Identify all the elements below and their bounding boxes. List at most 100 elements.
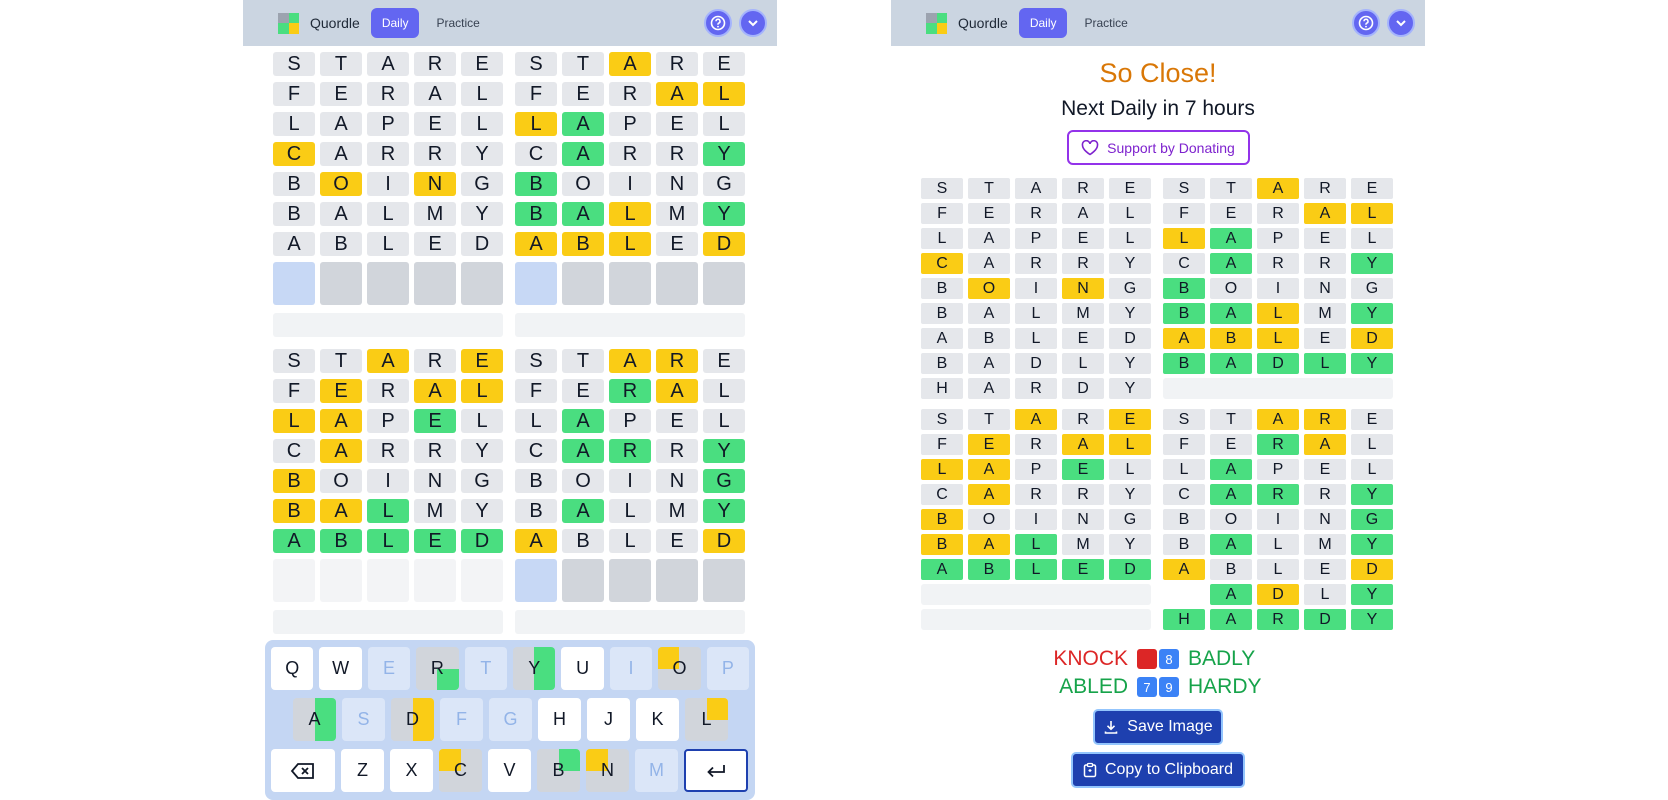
enter-key[interactable] <box>684 749 748 792</box>
letter-tile: F <box>273 379 315 403</box>
key-o[interactable]: O <box>658 647 701 690</box>
key-x[interactable]: X <box>390 749 433 792</box>
key-r[interactable]: R <box>416 647 459 690</box>
letter-tile: A <box>1304 203 1346 224</box>
letter-tile: N <box>1062 278 1104 299</box>
key-d[interactable]: D <box>391 698 434 741</box>
letter-tile: B <box>515 202 557 226</box>
letter-tile: C <box>273 439 315 463</box>
daily-tab[interactable]: Daily <box>370 8 420 38</box>
key-h[interactable]: H <box>538 698 581 741</box>
key-u[interactable]: U <box>561 647 604 690</box>
letter-tile: E <box>968 434 1010 455</box>
backspace-key[interactable] <box>271 749 335 792</box>
letter-tile: D <box>1109 559 1151 580</box>
menu-button[interactable] <box>1387 9 1415 37</box>
letter-tile: A <box>1163 328 1205 349</box>
help-button[interactable] <box>704 9 732 37</box>
practice-tab[interactable]: Practice <box>1073 8 1138 38</box>
letter-tile: P <box>609 409 651 433</box>
key-label: A <box>308 709 321 729</box>
letter-tile: B <box>921 303 963 324</box>
key-f[interactable]: F <box>440 698 483 741</box>
letter-tile: Y <box>1351 609 1393 630</box>
letter-tile: R <box>1304 253 1346 274</box>
key-v[interactable]: V <box>488 749 531 792</box>
key-i[interactable]: I <box>609 647 653 690</box>
save-image-label: Save Image <box>1127 718 1213 735</box>
letter-tile: A <box>414 82 456 106</box>
letter-tile: A <box>320 439 362 463</box>
keyboard-row: ZXCV B NM <box>271 749 749 792</box>
key-c[interactable]: C <box>439 749 482 792</box>
copy-to-clipboard-button[interactable]: Copy to Clipboard <box>1071 752 1245 788</box>
letter-tile: R <box>1257 203 1299 224</box>
letter-tile: Y <box>703 142 745 166</box>
key-label: B <box>552 760 565 780</box>
letter-tile: F <box>1163 203 1205 224</box>
letter-tile: A <box>367 52 409 76</box>
letter-tile: E <box>562 379 604 403</box>
key-w[interactable]: W <box>319 647 362 690</box>
top-bar: Quordle Daily Practice <box>891 0 1425 46</box>
on-screen-keyboard: Q W E R T Y U I O P A S D F G H J K L Z X C V B N M <box>265 640 755 800</box>
letter-tile: N <box>414 469 456 493</box>
brand-name: Quordle <box>310 15 360 31</box>
letter-tile: R <box>1062 178 1104 199</box>
input-tile <box>461 559 503 602</box>
input-tile <box>320 262 362 305</box>
letter-tile: S <box>515 349 557 373</box>
key-b[interactable]: B <box>537 749 580 792</box>
summary-boards: STAREFERALLAPELCARRYBOINGBALMYABLEDBADLY… <box>921 178 1396 630</box>
letter-tile: R <box>1015 378 1057 399</box>
letter-tile: L <box>703 409 745 433</box>
key-e[interactable]: E <box>367 647 411 690</box>
key-s[interactable]: S <box>342 698 385 741</box>
key-z[interactable]: Z <box>341 749 384 792</box>
letter-tile: F <box>921 203 963 224</box>
letter-tile: Y <box>461 499 503 523</box>
letter-tile: L <box>609 499 651 523</box>
key-k[interactable]: K <box>636 698 679 741</box>
key-l[interactable]: L <box>685 698 728 741</box>
key-q[interactable]: Q <box>271 647 314 690</box>
letter-tile: R <box>414 349 456 373</box>
letter-tile: D <box>703 529 745 553</box>
key-label: H <box>553 709 566 729</box>
menu-button[interactable] <box>739 9 767 37</box>
quordle-board: STAREFERALLAPELCARRYBOINGBALMYABLED <box>515 52 747 337</box>
key-t[interactable]: T <box>464 647 508 690</box>
key-m[interactable]: M <box>635 749 678 792</box>
letter-tile: A <box>968 228 1010 249</box>
letter-tile: R <box>656 439 698 463</box>
letter-tile: L <box>367 232 409 256</box>
letter-tile: E <box>1062 228 1104 249</box>
letter-tile: R <box>1304 409 1346 430</box>
donate-button[interactable]: Support by Donating <box>1066 130 1250 165</box>
letter-tile: A <box>273 529 315 553</box>
letter-tile: C <box>1163 484 1205 505</box>
answer-word: BADLY <box>1188 647 1256 670</box>
key-g[interactable]: G <box>489 698 532 741</box>
letter-tile: M <box>1304 534 1346 555</box>
letter-tile: L <box>1163 459 1205 480</box>
letter-tile: I <box>1257 509 1299 530</box>
letter-tile: D <box>1109 328 1151 349</box>
key-label: F <box>456 709 467 729</box>
letter-tile: T <box>562 52 604 76</box>
letter-tile: S <box>1163 178 1205 199</box>
practice-tab[interactable]: Practice <box>425 8 490 38</box>
key-n[interactable]: N <box>586 749 629 792</box>
letter-tile: Y <box>1109 534 1151 555</box>
letter-tile: R <box>1062 484 1104 505</box>
daily-tab[interactable]: Daily <box>1018 8 1068 38</box>
save-image-button[interactable]: Save Image <box>1093 709 1223 745</box>
result-chip: 9 <box>1159 677 1179 697</box>
key-a[interactable]: A <box>293 698 336 741</box>
key-j[interactable]: J <box>587 698 630 741</box>
help-button[interactable] <box>1352 9 1380 37</box>
key-p[interactable]: P <box>706 647 750 690</box>
letter-tile: A <box>1257 409 1299 430</box>
letter-tile: A <box>968 303 1010 324</box>
key-y[interactable]: Y <box>513 647 556 690</box>
